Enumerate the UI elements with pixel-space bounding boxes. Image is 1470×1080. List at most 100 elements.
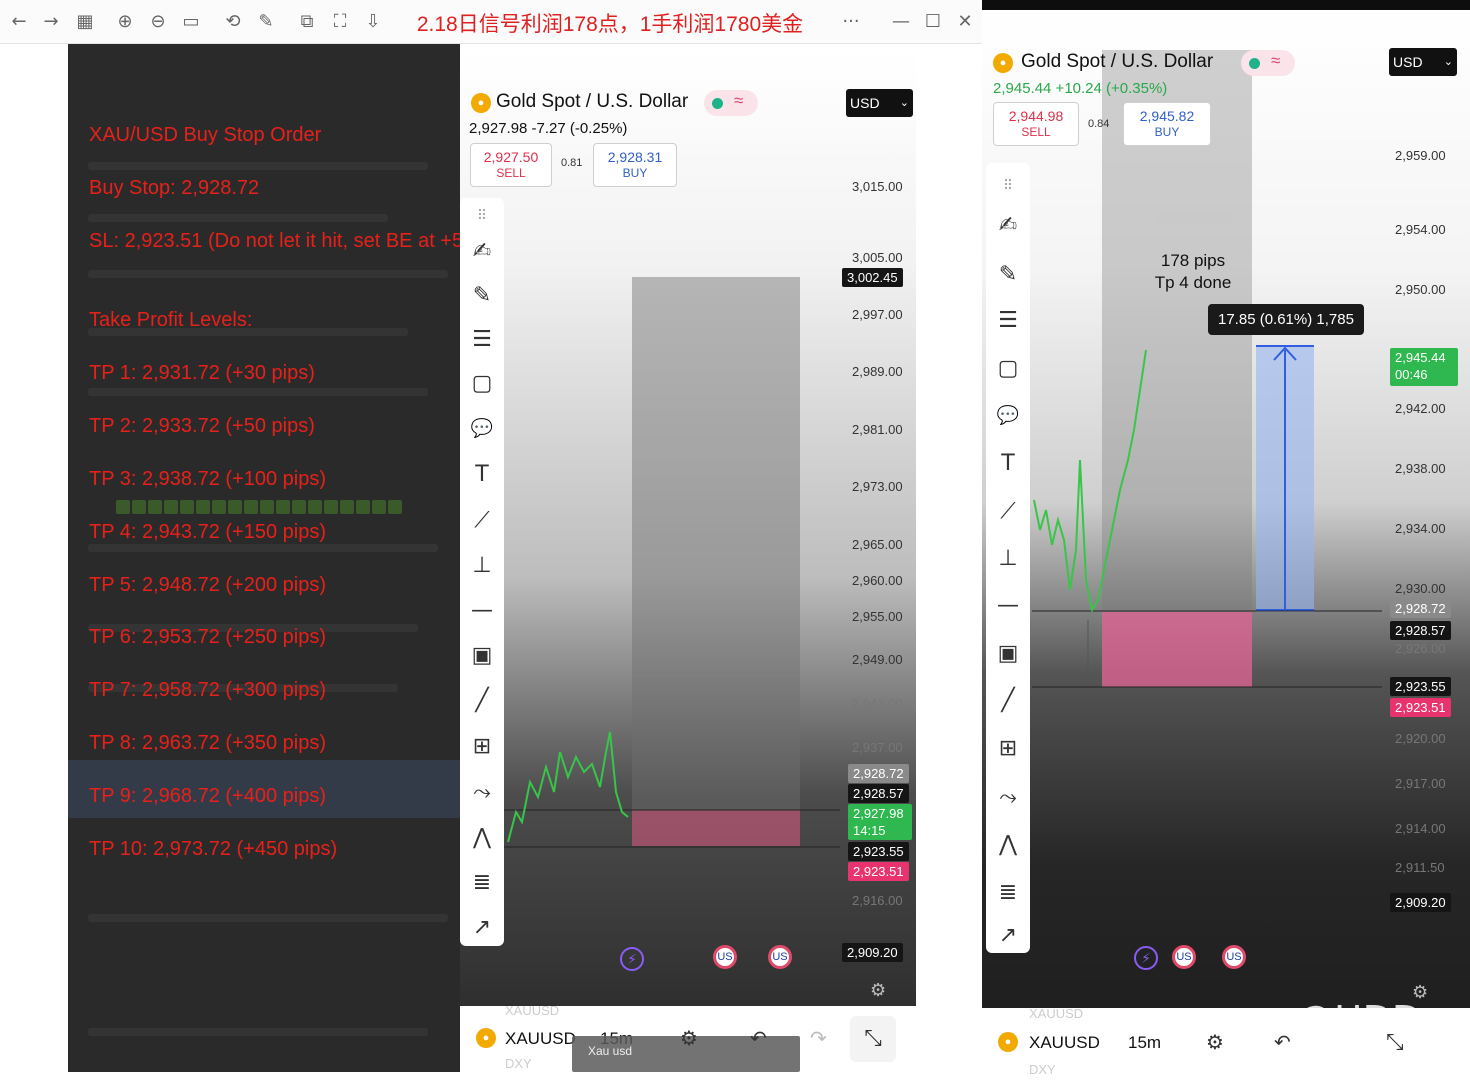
crosshair-icon[interactable]: ⊞ — [460, 729, 504, 765]
interval-button[interactable]: 15m — [1128, 1033, 1161, 1053]
close-icon[interactable]: ✕ — [952, 9, 978, 35]
trendline-icon[interactable]: ⟋ — [986, 494, 1030, 530]
pencil-icon[interactable]: ✎ — [986, 257, 1030, 293]
fullscreen-icon[interactable]: ⛶ — [327, 9, 353, 35]
horizontal-line-icon[interactable]: — — [460, 593, 504, 629]
last-price: 2,927.98 -7.27 (-0.25%) — [469, 120, 628, 137]
market-status-badge[interactable]: ≈ — [704, 90, 758, 116]
drawing-toolbar: ⠿ ✍ ✎ ☰ ▢ 💬 T ⟋ ⊥ — ▣ ╱ ⊞ ⤳ ⋀ ≣ ↗ — [986, 163, 1030, 953]
undo-icon[interactable]: ↶ — [750, 1026, 767, 1050]
lightning-icon[interactable]: ⚡ — [620, 947, 644, 971]
viewer-toolbar: ← → ▦ ⊕ ⊖ ▭ ⟲ ✎ ⧉ ⛶ ⇩ 2.18日信号利润178点，1手利润… — [0, 0, 982, 44]
callout-icon[interactable]: 💬 — [986, 398, 1030, 434]
price-tag-stop-loss: 2,923.51 — [848, 862, 909, 881]
brush-icon[interactable]: ✍ — [986, 208, 1030, 244]
currency-select[interactable]: USD ⌄ — [846, 89, 913, 117]
axis-label: 2,997.00 — [852, 307, 903, 322]
maximize-icon[interactable]: ☐ — [920, 9, 946, 35]
zoom-in-icon[interactable]: ⊕ — [112, 9, 138, 35]
zigzag-icon[interactable]: ⋀ — [986, 827, 1030, 863]
edit-icon[interactable]: ✎ — [253, 9, 279, 35]
rectangle-icon[interactable]: ▢ — [460, 366, 504, 402]
settings-icon[interactable]: ⚙ — [870, 980, 886, 1001]
stop-zone — [632, 810, 800, 846]
undo-icon[interactable]: ↶ — [1274, 1030, 1291, 1054]
rotate-icon[interactable]: ⟲ — [220, 9, 246, 35]
crop-icon[interactable]: ⧉ — [294, 9, 320, 35]
axis-label: 2,955.00 — [852, 609, 903, 624]
zigzag-icon[interactable]: ⋀ — [460, 820, 504, 856]
indicators-icon[interactable]: ⚙ — [680, 1026, 698, 1050]
image-icon[interactable]: ▣ — [460, 638, 504, 674]
measure-icon[interactable]: ⊥ — [986, 541, 1030, 577]
price-tag-stop-loss: 2,923.51 — [1390, 698, 1451, 717]
buy-button[interactable]: 2,928.31 BUY — [593, 143, 677, 187]
us-flag-icon[interactable]: US — [1222, 945, 1246, 969]
ghost-symbol: DXY — [505, 1056, 532, 1071]
more-icon[interactable]: ··· — [838, 9, 864, 35]
fit-page-icon[interactable]: ▭ — [178, 9, 204, 35]
emoji-row — [116, 500, 404, 516]
redo-icon[interactable]: ↷ — [810, 1026, 827, 1050]
price-tag-buy-stop: 2,928.72 — [1390, 599, 1451, 618]
sell-button[interactable]: 2,927.50 SELL — [470, 143, 552, 187]
axis-label: 2,943.00 — [852, 696, 903, 711]
sell-price: 2,927.50 — [483, 149, 539, 165]
stop-loss-line: SL: 2,923.51 (Do not let it hit, set BE … — [89, 230, 460, 252]
grid-view-icon[interactable]: ▦ — [72, 9, 98, 35]
sell-price: 2,944.98 — [1008, 108, 1064, 124]
image-icon[interactable]: ▣ — [986, 636, 1030, 672]
forward-arrow-icon[interactable]: → — [38, 9, 64, 35]
drag-handle-icon[interactable]: ⠿ — [460, 198, 504, 234]
axis-label: 2,930.00 — [1395, 581, 1446, 596]
tp-note: 178 pips Tp 4 done — [1152, 250, 1234, 294]
crosshair-icon[interactable]: ⊞ — [986, 731, 1030, 767]
lightning-icon[interactable]: ⚡ — [1134, 946, 1158, 970]
market-status-badge[interactable]: ≈ — [1241, 50, 1295, 76]
pencil-icon[interactable]: ✎ — [460, 278, 504, 314]
minimize-icon[interactable]: — — [888, 9, 914, 35]
back-arrow-icon[interactable]: ← — [6, 9, 32, 35]
symbol-title: Gold Spot / U.S. Dollar — [496, 91, 689, 112]
callout-icon[interactable]: 💬 — [460, 411, 504, 447]
arrow-icon[interactable]: ↗ — [460, 910, 504, 946]
collapse-icon[interactable]: ⤡ — [850, 1016, 896, 1062]
symbol-button[interactable]: XAUUSD — [1029, 1033, 1100, 1053]
spread-value: 0.81 — [561, 157, 583, 169]
signal-order-panel: XAU/USD Buy Stop Order Buy Stop: 2,928.7… — [68, 44, 460, 1072]
rectangle-icon[interactable]: ▢ — [986, 351, 1030, 387]
us-flag-icon[interactable]: US — [768, 945, 792, 969]
buy-price: 2,945.82 — [1139, 108, 1195, 124]
drag-handle-icon[interactable]: ⠿ — [986, 168, 1030, 204]
indicators-icon[interactable]: ⚙ — [1206, 1030, 1224, 1054]
trendline-icon[interactable]: ⟋ — [460, 503, 504, 539]
faded-text-line — [88, 162, 428, 170]
line-icon[interactable]: ╱ — [460, 683, 504, 719]
us-flag-icon[interactable]: US — [1172, 945, 1196, 969]
ghost-symbol: XAUUSD — [505, 1003, 560, 1018]
channel-icon[interactable]: ≣ — [460, 865, 504, 901]
zoom-out-icon[interactable]: ⊖ — [145, 9, 171, 35]
path-icon[interactable]: ⤳ — [460, 775, 504, 811]
measure-icon[interactable]: ⊥ — [460, 548, 504, 584]
text-icon[interactable]: T — [986, 446, 1030, 482]
line-icon[interactable]: ╱ — [986, 683, 1030, 719]
fib-icon[interactable]: ☰ — [460, 322, 504, 358]
currency-select[interactable]: USD ⌄ — [1389, 48, 1457, 76]
axis-label: 2,965.00 — [852, 537, 903, 552]
tp-line: TP 1: 2,931.72 (+30 pips) — [89, 362, 315, 384]
fib-icon[interactable]: ☰ — [986, 303, 1030, 339]
us-flag-icon[interactable]: US — [713, 945, 737, 969]
channel-icon[interactable]: ≣ — [986, 875, 1030, 911]
text-icon[interactable]: T — [460, 457, 504, 493]
symbol-button[interactable]: XAUUSD — [505, 1029, 576, 1049]
market-open-icon — [1249, 58, 1260, 69]
arrow-icon[interactable]: ↗ — [986, 918, 1030, 954]
tp-line: TP 8: 2,963.72 (+350 pips) — [89, 732, 327, 754]
path-icon[interactable]: ⤳ — [986, 780, 1030, 816]
horizontal-line-icon[interactable]: — — [986, 588, 1030, 624]
buy-button[interactable]: 2,945.82 BUY — [1123, 102, 1211, 146]
trading-chart-before: ● Gold Spot / U.S. Dollar ≈ USD ⌄ 2,927.9… — [460, 52, 916, 1006]
brush-icon[interactable]: ✍ — [460, 234, 504, 270]
sell-button[interactable]: 2,944.98 SELL — [993, 102, 1079, 146]
